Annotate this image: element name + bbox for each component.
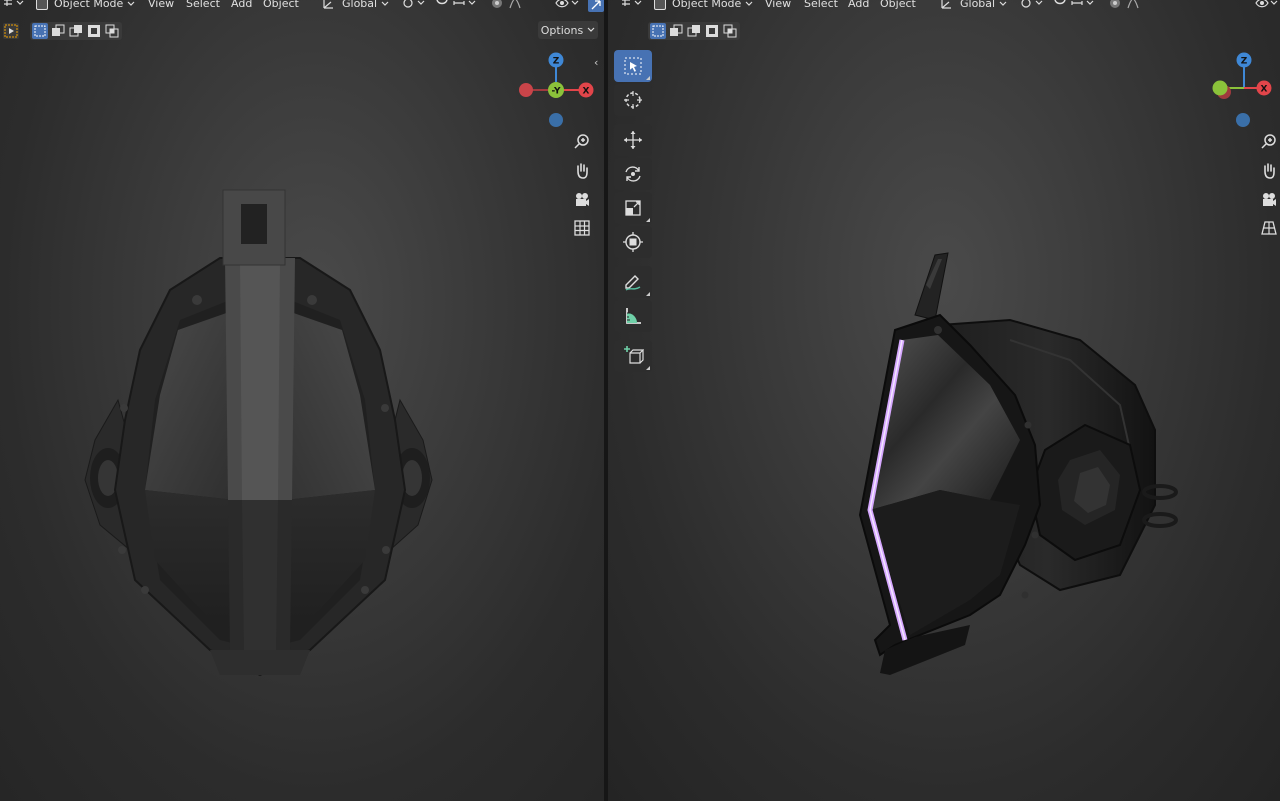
- options-dropdown[interactable]: Options: [538, 21, 598, 39]
- gizmo-z-label: Z: [1241, 57, 1248, 67]
- select-intersect-icon[interactable]: [722, 23, 738, 39]
- scale-tool[interactable]: [614, 192, 652, 224]
- orientation-label: Global: [342, 0, 378, 10]
- transform-icon: [623, 232, 643, 252]
- camera-icon[interactable]: [1258, 189, 1280, 211]
- mode-dropdown[interactable]: Object Mode: [36, 0, 135, 10]
- pivot-point-icon[interactable]: [1020, 0, 1044, 9]
- add-cube-tool[interactable]: [614, 340, 652, 372]
- select-box-tool[interactable]: [614, 50, 652, 82]
- mode-icon: [36, 0, 48, 10]
- select-box-icon: [624, 57, 642, 75]
- helmet-front-model[interactable]: [60, 180, 460, 690]
- menu-view[interactable]: View: [148, 0, 174, 10]
- snap-icon[interactable]: [434, 0, 478, 9]
- pan-hand-icon[interactable]: [1258, 160, 1280, 182]
- cursor-tool[interactable]: [614, 84, 652, 116]
- perspective-grid-icon[interactable]: [1258, 217, 1280, 239]
- tool-settings-row: Options: [0, 21, 604, 41]
- orientation-icon: [323, 0, 333, 9]
- transform-orientation-dropdown[interactable]: Global: [940, 0, 1007, 10]
- mode-icon: [654, 0, 666, 10]
- measure-tool[interactable]: [614, 300, 652, 332]
- cursor-icon: [624, 91, 642, 109]
- grid-icon[interactable]: [571, 217, 593, 239]
- snap-icon[interactable]: [1052, 0, 1096, 9]
- select-invert-icon[interactable]: [86, 23, 102, 39]
- annotate-tool[interactable]: [614, 266, 652, 298]
- menu-select[interactable]: Select: [804, 0, 838, 10]
- select-subtract-icon[interactable]: [68, 23, 84, 39]
- tool-settings-row: [608, 21, 1280, 41]
- zoom-icon[interactable]: [571, 131, 593, 153]
- select-new-icon[interactable]: [650, 23, 666, 39]
- select-intersect-icon[interactable]: [104, 23, 120, 39]
- navigation-gizmo[interactable]: Z X: [1206, 48, 1280, 128]
- proportional-edit-icon[interactable]: [1108, 0, 1154, 9]
- zoom-icon[interactable]: [1258, 131, 1280, 153]
- viewport-right-header: Object Mode View Select Add Object Globa…: [608, 0, 1280, 14]
- select-subtract-icon[interactable]: [686, 23, 702, 39]
- gizmo-x-label: X: [1261, 85, 1268, 95]
- viewport-right[interactable]: Object Mode View Select Add Object Globa…: [608, 0, 1280, 801]
- gizmo-y-label: -Y: [552, 87, 561, 97]
- chevron-down-icon: [999, 1, 1007, 6]
- viewport-left-header: Object Mode View Select Add Object Globa…: [0, 0, 604, 14]
- rotate-icon: [625, 166, 641, 182]
- viewport-left[interactable]: Object Mode View Select Add Object Globa…: [0, 0, 604, 801]
- selection-mode-group: [648, 22, 740, 40]
- selection-mode-group: [30, 22, 122, 40]
- menu-object[interactable]: Object: [263, 0, 299, 10]
- tool-variants-indicator: [646, 366, 650, 370]
- chevron-down-icon: [745, 1, 753, 6]
- tool-variants-indicator: [646, 76, 650, 80]
- rotate-tool[interactable]: [614, 158, 652, 190]
- select-extend-icon[interactable]: [50, 23, 66, 39]
- select-invert-icon[interactable]: [704, 23, 720, 39]
- scale-icon: [625, 200, 641, 216]
- mode-dropdown[interactable]: Object Mode: [654, 0, 753, 10]
- menu-add[interactable]: Add: [231, 0, 252, 10]
- navigation-gizmo[interactable]: Z X -Y: [515, 50, 597, 130]
- move-icon: [624, 131, 642, 149]
- select-extend-icon[interactable]: [668, 23, 684, 39]
- gizmo-toggle-icon[interactable]: [588, 0, 604, 12]
- pan-hand-icon[interactable]: [571, 160, 593, 182]
- annotate-icon: [625, 275, 641, 291]
- options-label: Options: [540, 23, 584, 37]
- menu-add[interactable]: Add: [848, 0, 869, 10]
- menu-view[interactable]: View: [765, 0, 791, 10]
- mode-label: Object Mode: [54, 0, 124, 10]
- tool-icon[interactable]: [3, 23, 19, 39]
- transform-orientation-dropdown[interactable]: Global: [322, 0, 389, 10]
- tool-variants-indicator: [646, 218, 650, 222]
- move-tool[interactable]: [614, 124, 652, 156]
- mode-label: Object Mode: [672, 0, 742, 10]
- transform-tool[interactable]: [614, 226, 652, 258]
- visibility-icon[interactable]: [1254, 0, 1278, 9]
- chevron-down-icon: [381, 1, 389, 6]
- orientation-label: Global: [960, 0, 996, 10]
- tool-variants-indicator: [646, 292, 650, 296]
- gizmo-x-label: X: [583, 87, 590, 97]
- menu-object[interactable]: Object: [880, 0, 916, 10]
- visibility-icon[interactable]: [554, 0, 582, 9]
- tool-shelf: [614, 50, 652, 374]
- editor-type-icon[interactable]: [2, 0, 26, 9]
- measure-icon: [626, 308, 641, 324]
- proportional-edit-icon[interactable]: [490, 0, 536, 9]
- pivot-point-icon[interactable]: [402, 0, 426, 9]
- orientation-icon: [941, 0, 951, 9]
- chevron-down-icon: [587, 27, 595, 32]
- helmet-side-model[interactable]: [830, 245, 1190, 685]
- blender-window: Object Mode View Select Add Object Globa…: [0, 0, 1280, 801]
- editor-type-icon[interactable]: [620, 0, 644, 9]
- select-new-icon[interactable]: [32, 23, 48, 39]
- chevron-down-icon: [127, 1, 135, 6]
- camera-icon[interactable]: [571, 189, 593, 211]
- add-cube-icon: [624, 346, 644, 364]
- gizmo-z-label: Z: [553, 57, 560, 67]
- menu-select[interactable]: Select: [186, 0, 220, 10]
